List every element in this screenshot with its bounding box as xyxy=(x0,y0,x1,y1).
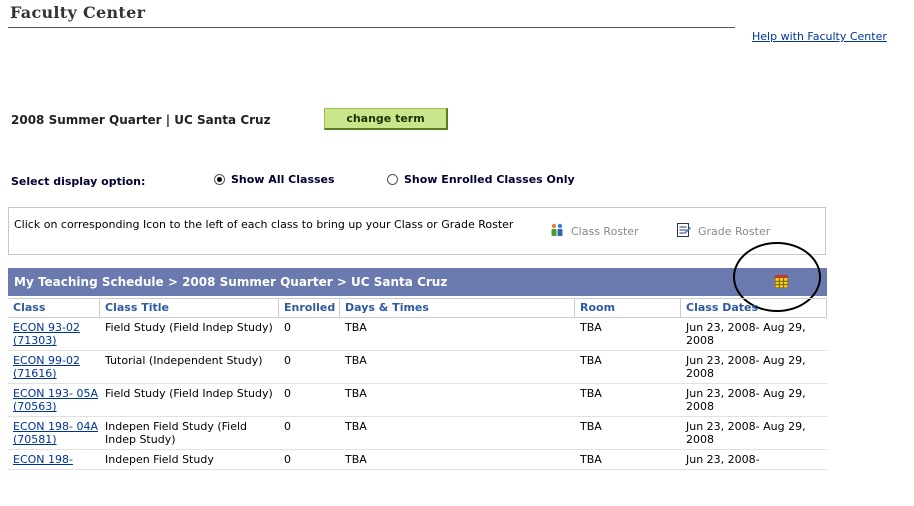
class-roster-label: Class Roster xyxy=(571,225,639,238)
schedule-header: My Teaching Schedule > 2008 Summer Quart… xyxy=(8,268,827,296)
class-dates: Jun 23, 2008- Aug 29, 2008 xyxy=(686,387,806,413)
radio-selected-icon[interactable] xyxy=(214,174,225,185)
show-all-classes-label: Show All Classes xyxy=(231,173,335,186)
show-enrolled-only-radio[interactable]: Show Enrolled Classes Only xyxy=(387,173,575,186)
show-all-classes-radio[interactable]: Show All Classes xyxy=(214,173,335,186)
table-row: ECON 198- Indepen Field Study 0 TBA TBA … xyxy=(8,450,827,470)
class-dates: Jun 23, 2008- Aug 29, 2008 xyxy=(686,354,806,380)
grade-roster-label: Grade Roster xyxy=(698,225,771,238)
grade-roster-legend: Grade Roster xyxy=(676,222,770,241)
enrolled-count: 0 xyxy=(284,354,291,367)
room: TBA xyxy=(580,453,602,466)
enrolled-count: 0 xyxy=(284,387,291,400)
instructions-box: Click on corresponding Icon to the left … xyxy=(8,207,826,255)
table-row: ECON 93-02 (71303) Field Study (Field In… xyxy=(8,318,827,351)
display-option-label: Select display option: xyxy=(11,175,146,188)
days-times: TBA xyxy=(345,387,367,400)
grade-roster-icon xyxy=(676,222,692,241)
room: TBA xyxy=(580,321,602,334)
class-link[interactable]: ECON 198- 04A (70581) xyxy=(8,417,100,449)
class-title: Tutorial (Independent Study) xyxy=(105,354,263,367)
enrolled-count: 0 xyxy=(284,453,291,466)
column-header-room[interactable]: Room xyxy=(575,299,681,317)
room: TBA xyxy=(580,420,602,433)
help-link[interactable]: Help with Faculty Center xyxy=(752,30,887,43)
page-title: Faculty Center xyxy=(10,3,146,22)
days-times: TBA xyxy=(345,354,367,367)
show-enrolled-only-label: Show Enrolled Classes Only xyxy=(404,173,575,186)
table-row: ECON 198- 04A (70581) Indepen Field Stud… xyxy=(8,417,827,450)
enrolled-count: 0 xyxy=(284,420,291,433)
class-title: Field Study (Field Indep Study) xyxy=(105,321,273,334)
column-header-class[interactable]: Class xyxy=(8,299,100,317)
class-link[interactable]: ECON 93-02 (71303) xyxy=(8,318,100,350)
column-header-class-title[interactable]: Class Title xyxy=(100,299,279,317)
class-dates: Jun 23, 2008- Aug 29, 2008 xyxy=(686,321,806,347)
enrolled-count: 0 xyxy=(284,321,291,334)
column-header-class-dates[interactable]: Class Dates xyxy=(681,299,827,317)
days-times: TBA xyxy=(345,420,367,433)
schedule-table-body: ECON 93-02 (71303) Field Study (Field In… xyxy=(8,318,827,470)
room: TBA xyxy=(580,387,602,400)
days-times: TBA xyxy=(345,321,367,334)
schedule-column-headers: Class Class Title Enrolled Days & Times … xyxy=(8,298,827,318)
change-term-button[interactable]: change term xyxy=(324,108,448,130)
class-link[interactable]: ECON 198- xyxy=(8,450,100,469)
class-title: Field Study (Field Indep Study) xyxy=(105,387,273,400)
class-link[interactable]: ECON 99-02 (71616) xyxy=(8,351,100,383)
class-roster-legend: Class Roster xyxy=(549,222,639,241)
class-dates: Jun 23, 2008- Aug 29, 2008 xyxy=(686,420,806,446)
room: TBA xyxy=(580,354,602,367)
table-row: ECON 193- 05A (70563) Field Study (Field… xyxy=(8,384,827,417)
instructions-text: Click on corresponding Icon to the left … xyxy=(14,218,514,231)
term-label: 2008 Summer Quarter | UC Santa Cruz xyxy=(11,113,271,127)
class-link[interactable]: ECON 193- 05A (70563) xyxy=(8,384,100,416)
class-title: Indepen Field Study (Field Indep Study) xyxy=(105,420,248,446)
radio-unselected-icon[interactable] xyxy=(387,174,398,185)
days-times: TBA xyxy=(345,453,367,466)
title-divider xyxy=(8,27,735,28)
class-roster-icon xyxy=(549,222,565,241)
column-header-enrolled[interactable]: Enrolled xyxy=(279,299,340,317)
class-dates: Jun 23, 2008- xyxy=(686,453,760,466)
column-header-days-times[interactable]: Days & Times xyxy=(340,299,575,317)
class-title: Indepen Field Study xyxy=(105,453,214,466)
table-row: ECON 99-02 (71616) Tutorial (Independent… xyxy=(8,351,827,384)
